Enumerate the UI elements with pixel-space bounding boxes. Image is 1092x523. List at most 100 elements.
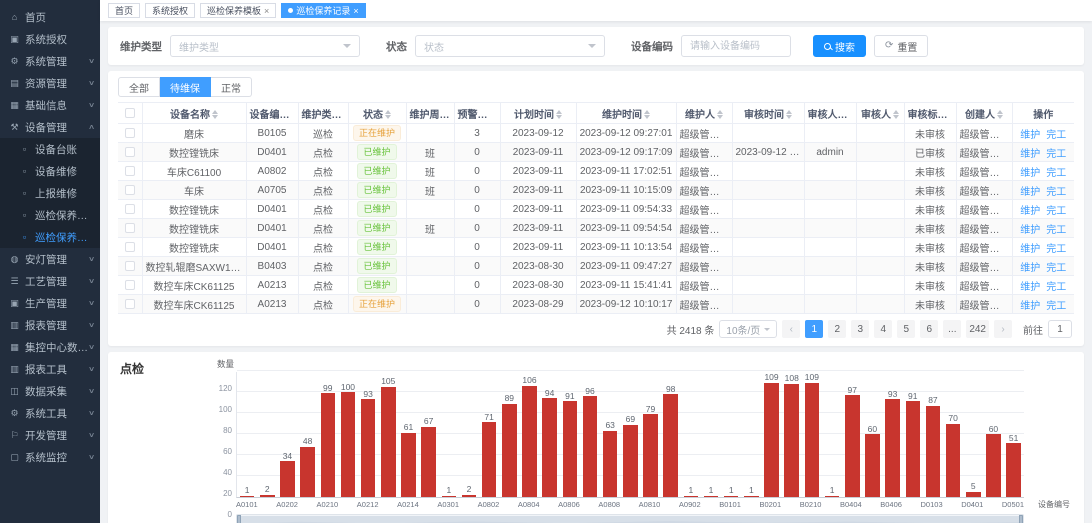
bar[interactable] (583, 396, 598, 497)
sort-caret-icon[interactable] (950, 110, 956, 119)
select-all-checkbox[interactable] (125, 108, 135, 118)
bar[interactable] (946, 424, 961, 498)
maintain-link[interactable]: 维护 (1020, 282, 1040, 293)
page-button-4[interactable]: 4 (874, 320, 892, 338)
sidebar-item-system-mgmt[interactable]: ⚙系统管理∨ (0, 50, 100, 72)
sidebar-item-data-collection[interactable]: ◫数据采集∨ (0, 380, 100, 402)
maintain-link[interactable]: 维护 (1020, 301, 1040, 312)
bar[interactable] (764, 383, 779, 497)
tab-首页[interactable]: 首页 (108, 3, 140, 18)
page-button-6[interactable]: 6 (920, 320, 938, 338)
bar[interactable] (260, 495, 275, 497)
bar[interactable] (643, 414, 658, 497)
bar[interactable] (865, 434, 880, 497)
sort-caret-icon[interactable] (850, 110, 856, 119)
bar[interactable] (542, 398, 557, 497)
sidebar-item-report-mgmt[interactable]: ▥报表管理∨ (0, 314, 100, 336)
row-checkbox[interactable] (125, 223, 135, 233)
data-zoom-left-handle[interactable] (237, 515, 241, 523)
bar[interactable] (421, 427, 436, 497)
bar[interactable] (724, 496, 739, 498)
filter-tab-待维保[interactable]: 待维保 (160, 77, 211, 97)
tab-巡检保养记录[interactable]: 巡检保养记录× (281, 3, 365, 18)
sort-caret-icon[interactable] (344, 110, 349, 119)
bar[interactable] (280, 461, 295, 497)
finish-link[interactable]: 完工 (1046, 263, 1066, 274)
sort-caret-icon[interactable] (212, 110, 218, 119)
reset-button[interactable]: ⟳ 重置 (874, 35, 928, 57)
sidebar-item-andon-mgmt[interactable]: ◍安灯管理∨ (0, 248, 100, 270)
bar[interactable] (603, 431, 618, 497)
search-button[interactable]: 搜索 (813, 35, 866, 57)
page-button-1[interactable]: 1 (805, 320, 823, 338)
sidebar-item-resource-mgmt[interactable]: ▤资源管理∨ (0, 72, 100, 94)
close-icon[interactable]: × (264, 6, 269, 16)
finish-link[interactable]: 完工 (1046, 301, 1066, 312)
page-size-select[interactable]: 10条/页 (719, 320, 777, 338)
sidebar-item-inspection-records[interactable]: ▫巡检保养记录 (0, 226, 100, 248)
row-checkbox[interactable] (125, 280, 135, 290)
bar[interactable] (401, 433, 416, 497)
bar[interactable] (986, 434, 1001, 497)
sort-caret-icon[interactable] (786, 110, 792, 119)
row-checkbox[interactable] (125, 166, 135, 176)
finish-link[interactable]: 完工 (1046, 282, 1066, 293)
row-checkbox[interactable] (125, 242, 135, 252)
sidebar-item-home[interactable]: ⌂首页 (0, 6, 100, 28)
device-code-input[interactable] (681, 35, 791, 57)
sidebar-item-report-tools[interactable]: ▥报表工具∨ (0, 358, 100, 380)
sort-caret-icon[interactable] (385, 110, 391, 119)
bar[interactable] (926, 406, 941, 497)
filter-tab-正常[interactable]: 正常 (211, 77, 252, 97)
row-checkbox[interactable] (125, 299, 135, 309)
sidebar-item-dev-mgmt[interactable]: ⚐开发管理∨ (0, 424, 100, 446)
tab-系统授权[interactable]: 系统授权 (145, 3, 195, 18)
bar[interactable] (704, 496, 719, 498)
tab-巡检保养模板[interactable]: 巡检保养模板× (200, 3, 276, 18)
sidebar-item-inspection-template[interactable]: ▫巡检保养模板 (0, 204, 100, 226)
bar[interactable] (1006, 443, 1021, 497)
maintain-link[interactable]: 维护 (1020, 206, 1040, 217)
row-checkbox[interactable] (125, 147, 135, 157)
sidebar-item-system-auth[interactable]: ▣系统授权 (0, 28, 100, 50)
bar[interactable] (240, 496, 255, 498)
bar[interactable] (663, 394, 678, 497)
bar[interactable] (966, 492, 981, 497)
sort-caret-icon[interactable] (893, 110, 899, 119)
bar[interactable] (482, 422, 497, 497)
goto-page-input[interactable] (1048, 320, 1072, 338)
finish-link[interactable]: 完工 (1046, 130, 1066, 141)
bar[interactable] (744, 496, 759, 498)
sidebar-item-device-mgmt[interactable]: ⚒设备管理∧ (0, 116, 100, 138)
sidebar-item-device-repair[interactable]: ▫设备维修 (0, 160, 100, 182)
bar[interactable] (300, 447, 315, 497)
row-checkbox[interactable] (125, 185, 135, 195)
maintenance-type-select[interactable]: 维护类型 (170, 35, 360, 57)
bar[interactable] (502, 404, 517, 497)
maintain-link[interactable]: 维护 (1020, 168, 1040, 179)
bar[interactable] (906, 401, 921, 497)
bar[interactable] (381, 387, 396, 497)
bar[interactable] (522, 386, 537, 497)
close-icon[interactable]: × (353, 6, 358, 16)
data-zoom-right-handle[interactable] (1019, 515, 1023, 523)
bar[interactable] (442, 496, 457, 498)
prev-page-button[interactable]: ‹ (782, 320, 800, 338)
sidebar-item-system-monitor[interactable]: ▢系统监控∨ (0, 446, 100, 468)
bar[interactable] (805, 383, 820, 497)
sidebar-item-device-ledger[interactable]: ▫设备台账 (0, 138, 100, 160)
finish-link[interactable]: 完工 (1046, 206, 1066, 217)
row-checkbox[interactable] (125, 128, 135, 138)
page-button-2[interactable]: 2 (828, 320, 846, 338)
sidebar-item-system-tools[interactable]: ⚙系统工具∨ (0, 402, 100, 424)
data-zoom-slider[interactable] (236, 514, 1024, 523)
row-checkbox[interactable] (125, 204, 135, 214)
bar[interactable] (341, 392, 356, 497)
sidebar-item-process-mgmt[interactable]: ☰工艺管理∨ (0, 270, 100, 292)
sidebar-item-basic-info[interactable]: ▦基础信息∨ (0, 94, 100, 116)
maintain-link[interactable]: 维护 (1020, 225, 1040, 236)
maintain-link[interactable]: 维护 (1020, 263, 1040, 274)
sort-caret-icon[interactable] (292, 110, 298, 119)
next-page-button[interactable]: › (994, 320, 1012, 338)
bar[interactable] (825, 496, 840, 498)
